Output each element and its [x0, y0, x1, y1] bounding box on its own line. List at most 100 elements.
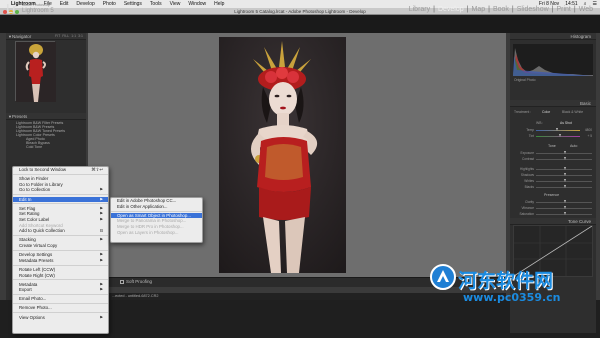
menu-divider — [13, 249, 108, 251]
histogram-title: Histogram — [570, 34, 591, 39]
triangle-down-icon: ▼ — [8, 114, 12, 119]
menu-photo[interactable]: Photo — [99, 1, 120, 7]
module-map[interactable]: Map — [468, 6, 488, 13]
shortcut-label: B — [100, 228, 103, 234]
module-library[interactable]: Library — [406, 6, 433, 13]
menu-divider — [13, 194, 108, 196]
menu-divider — [13, 203, 108, 205]
submenu-item-edit-in-other-application[interactable]: Edit in Other Application... — [111, 204, 202, 210]
module-slideshow[interactable]: Slideshow — [514, 6, 552, 13]
histogram-header[interactable]: Histogram — [510, 33, 596, 40]
watermark-url: www.pc0359.cn — [463, 291, 561, 304]
whites-slider[interactable]: Whites — [516, 179, 592, 183]
tone-label: Tone — [548, 144, 556, 148]
menu-item-label: Edit In — [19, 196, 32, 202]
menu-item-label: Email Photo... — [19, 296, 47, 302]
clarity-slider[interactable]: Clarity — [516, 200, 592, 204]
vibrance-slider[interactable]: Vibrance — [516, 206, 592, 210]
module-print[interactable]: Print — [553, 6, 573, 13]
menu-item-label: Rotate Right (CW) — [19, 272, 55, 278]
navigator-header[interactable]: ▼ Navigator FIT FILL 1:1 3:1 — [6, 33, 86, 40]
context-menu-item-create-virtual-copy[interactable]: Create Virtual Copy — [13, 243, 108, 249]
context-menu-item-email-photo[interactable]: Email Photo... — [13, 296, 108, 302]
context-menu-item-add-to-quick-collection[interactable]: Add to Quick Collection B — [13, 228, 108, 234]
context-menu-item-rotate-right-cw[interactable]: Rotate Right (CW) — [13, 273, 108, 279]
lightroom-logo: Lr — [6, 2, 17, 16]
basic-header[interactable]: Basic — [510, 100, 596, 107]
context-menu-item-export[interactable]: Export ▶ — [13, 287, 108, 293]
chevron-right-icon: ▶ — [100, 216, 103, 221]
menu-item-label: Add to Quick Collection — [19, 228, 65, 234]
presets-header[interactable]: ▼ Presets — [6, 113, 86, 120]
presence-label: Presence — [544, 193, 560, 197]
context-menu-item-go-to-collection[interactable]: Go to Collection ▶ — [13, 187, 108, 193]
menu-divider — [13, 264, 108, 266]
tint-label: Tint — [528, 134, 534, 138]
context-menu-item-metadata-presets[interactable]: Metadata Presets ▶ — [13, 258, 108, 264]
menu-view[interactable]: View — [166, 1, 185, 7]
identity-plate — [0, 15, 600, 33]
treatment-color[interactable]: Color — [542, 110, 550, 114]
product-label: Lightroom 5 — [22, 8, 54, 14]
menu-item-label: Lock to Second Window — [19, 167, 67, 172]
edit-in-submenu: Edit in Adobe Photoshop CC... Edit in Oth… — [110, 197, 203, 243]
nav-3-1[interactable]: 3:1 — [78, 33, 83, 39]
menu-edit[interactable]: Edit — [56, 1, 73, 7]
context-menu-item-view-options[interactable]: View Options ▶ — [13, 315, 108, 321]
menu-item-label: Edit in Other Application... — [117, 203, 168, 209]
context-menu: Lock to Second Window ⌘⇧↩ Show in Finder Go… — [12, 166, 109, 334]
contrast-slider[interactable]: Contrast — [516, 157, 592, 161]
chevron-right-icon: ▶ — [100, 287, 103, 292]
watermark-text: 河东软件网 — [458, 270, 554, 292]
watermark-logo — [430, 264, 456, 290]
menu-divider — [13, 303, 108, 305]
vendor-label: Adobe Photoshop — [22, 3, 50, 7]
tint-value[interactable]: + 5 — [580, 134, 592, 138]
menu-item-label: Create Virtual Copy — [19, 243, 58, 249]
menu-tools[interactable]: Tools — [146, 1, 166, 7]
nav-fit[interactable]: FIT — [55, 33, 60, 39]
menu-help[interactable]: Help — [210, 1, 228, 7]
main-photo[interactable] — [219, 37, 346, 273]
nav-1-1[interactable]: 1:1 — [71, 33, 76, 39]
saturation-slider[interactable]: Saturation — [516, 212, 592, 216]
menu-divider — [13, 279, 108, 281]
module-book[interactable]: Book — [490, 6, 512, 13]
soft-proofing-label: Soft Proofing — [126, 279, 153, 284]
menu-item-label: Export — [19, 287, 32, 293]
context-menu-item-remove-photo[interactable]: Remove Photo... — [13, 305, 108, 311]
tone-curve-header[interactable]: Tone Curve — [510, 218, 596, 225]
menu-settings[interactable]: Settings — [120, 1, 146, 7]
nav-fill[interactable]: FILL — [62, 33, 69, 39]
histogram[interactable] — [513, 44, 593, 76]
soft-proofing-checkbox[interactable]: Soft Proofing — [120, 279, 152, 284]
wb-label: WB : — [536, 121, 544, 125]
menu-divider — [13, 235, 108, 237]
exposure-slider[interactable]: Exposure — [516, 151, 592, 155]
presets-title: Presets — [12, 114, 28, 119]
module-web[interactable]: Web — [576, 6, 596, 13]
temp-value[interactable]: 4800 — [580, 128, 592, 132]
navigator-title: Navigator — [12, 34, 32, 39]
tint-slider[interactable]: Tint + 5 — [516, 134, 592, 138]
highlights-slider[interactable]: Highlights — [516, 167, 592, 171]
blacks-slider[interactable]: Blacks — [516, 185, 592, 189]
shadows-slider[interactable]: Shadows — [516, 173, 592, 177]
module-develop[interactable]: Develop — [435, 6, 467, 13]
original-photo-label: Original Photo — [514, 78, 536, 82]
chevron-right-icon: ▶ — [100, 237, 103, 242]
menu-window[interactable]: Window — [184, 1, 210, 7]
context-menu-item-edit-in[interactable]: Edit In ▶ — [13, 196, 108, 203]
chevron-right-icon: ▶ — [100, 187, 103, 192]
navigator-preview[interactable] — [15, 41, 56, 102]
auto-button[interactable]: Auto — [570, 144, 577, 148]
checkbox-icon[interactable] — [120, 279, 124, 284]
context-menu-item-lock-to-second-window[interactable]: Lock to Second Window ⌘⇧↩ — [13, 167, 108, 173]
list-item[interactable]: Cold Tone — [6, 145, 86, 149]
treatment-bw[interactable]: Black & White — [562, 110, 583, 114]
submenu-item-open-as-layers-in-photoshop: Open as Layers in Photoshop... — [111, 230, 202, 236]
wb-select[interactable]: As Shot — [560, 121, 572, 125]
menu-develop[interactable]: Develop — [72, 1, 98, 7]
temp-slider[interactable]: Temp 4800 — [516, 128, 592, 132]
preset-list: Lightroom B&W Filter Presets Lightroom B… — [6, 121, 86, 149]
